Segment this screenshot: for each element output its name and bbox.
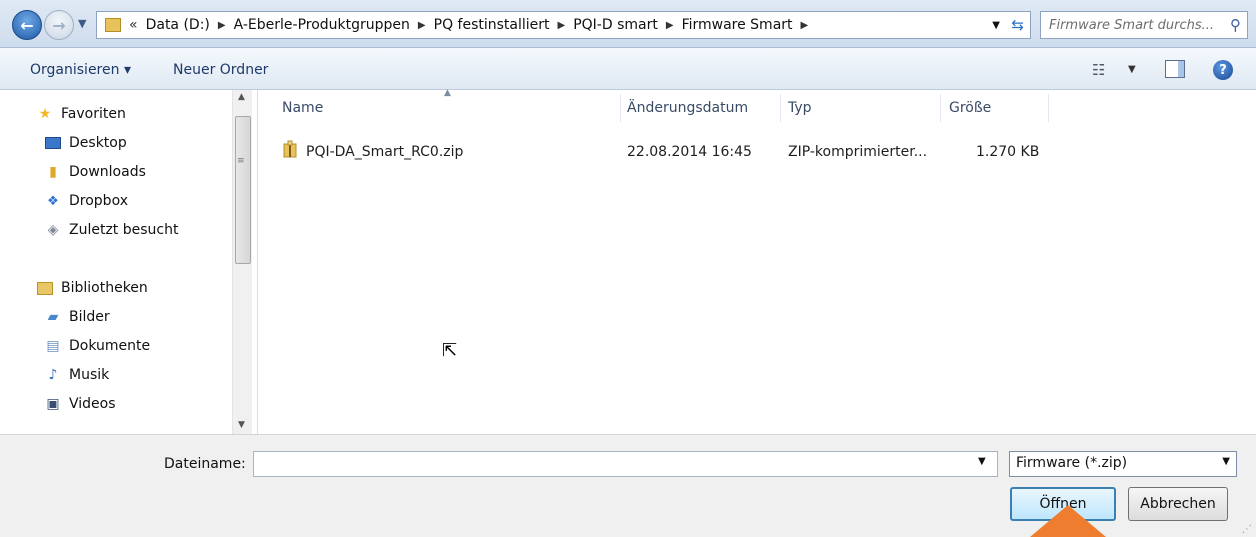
nav-label: Bibliotheken [61, 280, 148, 296]
navigation-pane [0, 90, 258, 434]
nav-libraries[interactable]: Bibliotheken [36, 280, 148, 296]
breadcrumb-separator-icon[interactable]: ▶ [418, 20, 426, 31]
file-type: ZIP-komprimierter... [788, 144, 928, 160]
scroll-grip-icon: ≡ [237, 156, 245, 166]
libraries-icon [36, 280, 54, 296]
back-arrow-icon: ← [20, 15, 34, 35]
nav-label: Favoriten [61, 106, 126, 122]
dropbox-icon: ❖ [47, 193, 59, 209]
address-dropdown-icon[interactable]: ▼ [992, 20, 1000, 31]
back-button[interactable]: ← [12, 10, 42, 40]
search-input[interactable]: Firmware Smart durchs... ⚲ [1040, 11, 1248, 39]
nav-label: Dokumente [69, 338, 151, 354]
filetype-value: Firmware (*.zip) [1016, 455, 1128, 471]
column-divider[interactable] [780, 94, 781, 122]
nav-label: Zuletzt besucht [69, 222, 179, 238]
breadcrumb[interactable]: « Data (D:) ▶ A-Eberle-Produktgruppen ▶ PQ… [96, 11, 1031, 39]
nav-label: Videos [69, 396, 116, 412]
music-library-icon: ♪ [48, 367, 58, 383]
column-divider[interactable] [620, 94, 621, 122]
sort-ascending-icon: ▲ [444, 88, 451, 98]
pictures-library-icon: ▰ [47, 309, 59, 325]
filename-input[interactable] [253, 451, 998, 477]
address-bar: ← → ▼ « Data (D:) ▶ A-Eberle-Produktgrupp… [0, 0, 1256, 48]
nav-scrollbar[interactable]: ▲ ≡ ▼ [232, 90, 252, 434]
breadcrumb-separator-icon[interactable]: ▶ [218, 20, 226, 31]
downloads-folder-icon: ▮ [49, 164, 57, 180]
scroll-up-icon[interactable]: ▲ [238, 92, 245, 102]
documents-library-icon: ▤ [46, 338, 60, 354]
view-dropdown-icon[interactable]: ▼ [1128, 64, 1136, 75]
videos-library-icon: ▣ [46, 396, 60, 412]
command-toolbar: Organisieren ▾ Neuer Ordner ☷ ▼ ? [0, 48, 1256, 90]
nav-favorites[interactable]: ★ Favoriten [36, 106, 126, 122]
nav-documents[interactable]: ▤ Dokumente [44, 338, 150, 354]
breadcrumb-item[interactable]: PQI-D smart [573, 17, 658, 33]
breadcrumb-item[interactable]: Firmware Smart [682, 17, 793, 33]
refresh-icon[interactable]: ⇆ [1011, 16, 1024, 34]
filename-dropdown-icon[interactable]: ▼ [978, 456, 986, 467]
organize-button[interactable]: Organisieren ▾ [30, 62, 131, 78]
breadcrumb-item[interactable]: Data (D:) [146, 17, 210, 33]
nav-recent-places[interactable]: ◈ Zuletzt besucht [44, 222, 179, 238]
breadcrumb-separator-icon[interactable]: ▶ [801, 20, 809, 31]
search-icon[interactable]: ⚲ [1230, 16, 1241, 34]
cancel-button-label: Abbrechen [1140, 496, 1216, 512]
star-icon: ★ [38, 106, 52, 122]
column-header-size[interactable]: Größe [949, 100, 991, 116]
file-name[interactable]: PQI-DA_Smart_RC0.zip [306, 144, 463, 160]
file-size: 1.270 KB [976, 144, 1040, 160]
file-list[interactable]: Name ▲ Änderungsdatum Typ Größe PQI-DA_S… [258, 88, 1256, 434]
recent-places-icon: ◈ [47, 222, 59, 238]
resize-grip-icon[interactable]: ⋰ [1242, 524, 1252, 535]
nav-dropbox[interactable]: ❖ Dropbox [44, 193, 128, 209]
filetype-select[interactable]: Firmware (*.zip) ▼ [1009, 451, 1237, 477]
breadcrumb-item[interactable]: A-Eberle-Produktgruppen [234, 17, 410, 33]
nav-label: Dropbox [69, 193, 128, 209]
nav-label: Bilder [69, 309, 110, 325]
file-date: 22.08.2014 16:45 [627, 144, 752, 160]
nav-downloads[interactable]: ▮ Downloads [44, 164, 146, 180]
column-divider[interactable] [940, 94, 941, 122]
nav-music[interactable]: ♪ Musik [44, 367, 110, 383]
help-icon[interactable]: ? [1213, 60, 1233, 80]
column-header-type[interactable]: Typ [788, 100, 812, 116]
breadcrumb-separator-icon[interactable]: ▶ [666, 20, 674, 31]
search-placeholder: Firmware Smart durchs... [1049, 17, 1215, 33]
view-options-icon[interactable]: ☷ [1092, 61, 1105, 79]
zip-folder-icon [283, 140, 297, 158]
breadcrumb-overflow[interactable]: « [129, 17, 138, 33]
recent-pages-dropdown-icon[interactable]: ▼ [78, 17, 86, 30]
column-divider[interactable] [1048, 94, 1049, 122]
breadcrumb-separator-icon[interactable]: ▶ [558, 20, 566, 31]
nav-desktop[interactable]: Desktop [44, 135, 127, 151]
nav-label: Downloads [69, 164, 146, 180]
highlight-arrow [1030, 505, 1106, 537]
desktop-icon [44, 135, 62, 151]
column-header-date[interactable]: Änderungsdatum [627, 100, 748, 116]
scroll-thumb[interactable] [235, 116, 251, 264]
chevron-down-icon[interactable]: ▼ [1222, 456, 1230, 467]
forward-arrow-icon: → [52, 15, 66, 35]
mouse-cursor-icon: ⇱ [442, 340, 458, 361]
nav-label: Musik [69, 367, 110, 383]
breadcrumb-item[interactable]: PQ festinstalliert [434, 17, 550, 33]
filename-label: Dateiname: [164, 456, 246, 472]
cancel-button[interactable]: Abbrechen [1128, 487, 1228, 521]
new-folder-button[interactable]: Neuer Ordner [173, 62, 268, 78]
folder-icon [105, 18, 121, 32]
preview-pane-icon[interactable] [1165, 60, 1185, 78]
column-header-name[interactable]: Name [282, 100, 323, 116]
nav-pictures[interactable]: ▰ Bilder [44, 309, 110, 325]
scroll-down-icon[interactable]: ▼ [238, 420, 245, 430]
forward-button[interactable]: → [44, 10, 74, 40]
nav-label: Desktop [69, 135, 127, 151]
nav-videos[interactable]: ▣ Videos [44, 396, 116, 412]
